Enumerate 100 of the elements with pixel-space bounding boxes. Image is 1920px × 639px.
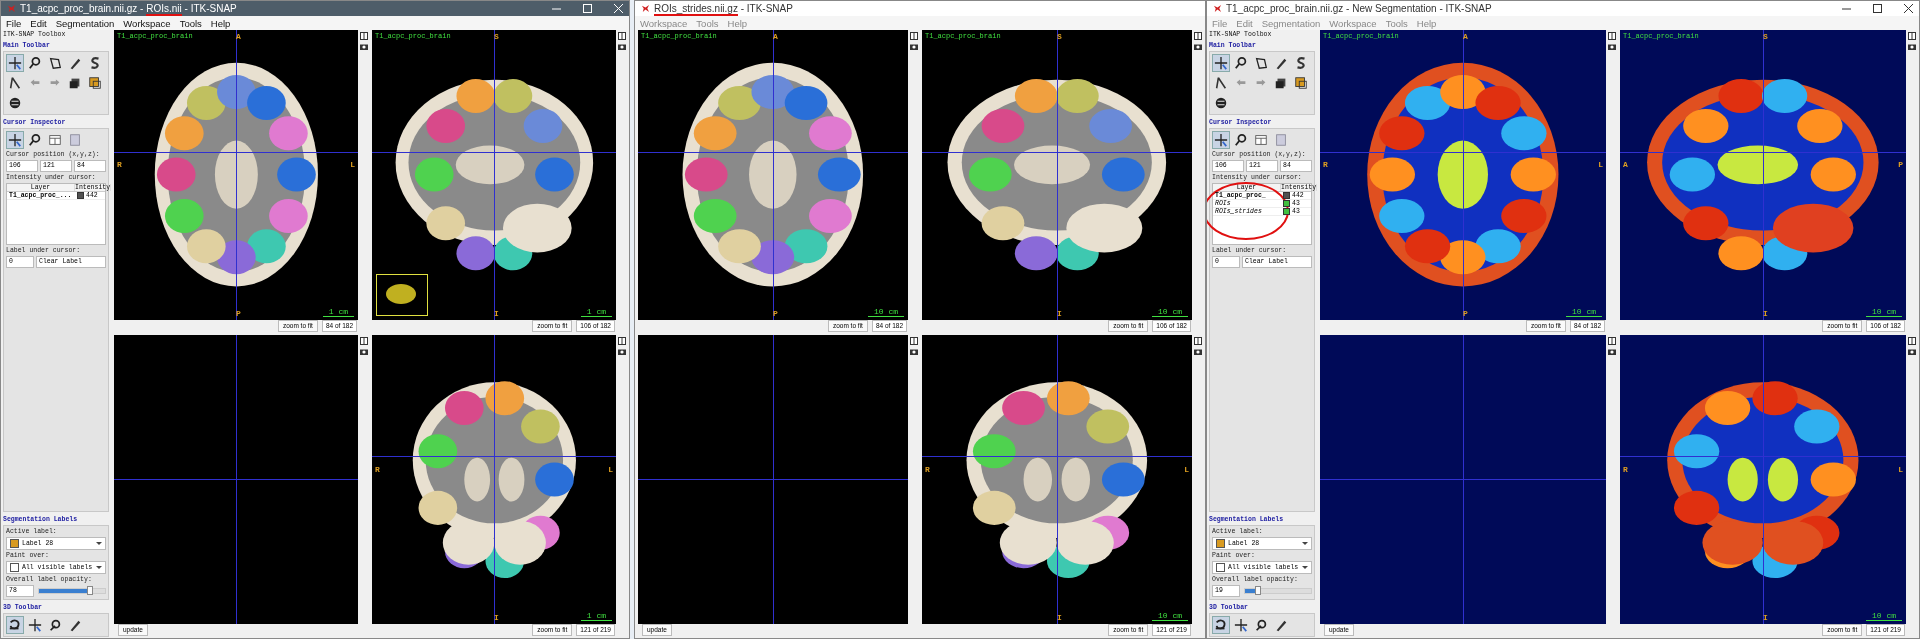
- camera-icon[interactable]: [909, 347, 918, 355]
- stack-icon: [68, 76, 82, 90]
- camera-icon[interactable]: [1607, 347, 1616, 355]
- orientation-label: I: [1057, 613, 1062, 622]
- crosshair-icon: [1214, 56, 1228, 70]
- layout-icon[interactable]: [1907, 32, 1916, 40]
- orientation-label: L: [608, 464, 613, 474]
- window-icon: [1254, 133, 1268, 147]
- camera-icon[interactable]: [617, 43, 626, 50]
- orientation-label: I: [494, 613, 499, 622]
- camera-icon[interactable]: [1607, 43, 1616, 50]
- layout-icon[interactable]: [1193, 336, 1202, 345]
- tool-button[interactable]: [86, 74, 104, 92]
- menu-item[interactable]: Tools: [696, 17, 719, 29]
- camera-icon[interactable]: [1907, 347, 1916, 355]
- tool-button[interactable]: [1232, 616, 1250, 634]
- camera-icon[interactable]: [909, 43, 918, 50]
- orientation-label: P: [236, 308, 241, 318]
- orientation-label: S: [1057, 32, 1062, 41]
- menu-item[interactable]: Tools: [1385, 17, 1408, 29]
- magnifier-icon: [1234, 133, 1248, 147]
- slider-thumb[interactable]: [87, 586, 94, 595]
- layout-icon[interactable]: [617, 32, 626, 40]
- s-curve-icon: [88, 56, 102, 70]
- orientation-label: R: [1623, 464, 1628, 474]
- orientation-label: P: [1463, 308, 1468, 318]
- crosshair-icon: [1214, 133, 1228, 147]
- menu-item[interactable]: Edit: [30, 17, 47, 29]
- menu-item[interactable]: Segmentation: [55, 17, 115, 29]
- orientation-label: L: [1898, 464, 1903, 474]
- app-logo-icon: [641, 4, 650, 13]
- orientation-label: R: [117, 160, 122, 170]
- app-logo-icon: [1213, 4, 1222, 13]
- menu-item[interactable]: Tools: [179, 17, 202, 29]
- stack-icon: [1274, 76, 1288, 90]
- orientation-label: L: [1598, 160, 1603, 170]
- slider-thumb[interactable]: [1254, 586, 1261, 595]
- slice-view[interactable]: I R L 10 cm: [1620, 334, 1906, 624]
- slice-view[interactable]: I R L 10 cm: [922, 334, 1192, 624]
- slice-view[interactable]: I R L 1 cm: [372, 334, 616, 624]
- brush-icon: [1274, 56, 1288, 70]
- orientation-label: A: [236, 32, 241, 41]
- caret-icon: [1302, 542, 1308, 545]
- selected-tool-button[interactable]: [6, 131, 24, 149]
- tool-button[interactable]: [26, 616, 44, 634]
- opacity-slider[interactable]: [38, 588, 106, 594]
- close-icon[interactable]: [1904, 4, 1913, 13]
- thumbnail-frame[interactable]: [376, 273, 428, 316]
- camera-icon[interactable]: [617, 347, 626, 355]
- square-icon: [1294, 76, 1308, 90]
- crosshair-icon: [8, 133, 22, 147]
- orientation-label: S: [494, 32, 499, 41]
- maximize-icon[interactable]: [1873, 4, 1882, 13]
- layout-icon[interactable]: [909, 32, 918, 40]
- caret-icon: [96, 542, 102, 545]
- orientation-label: I: [1763, 308, 1768, 318]
- layout-icon[interactable]: [617, 336, 626, 345]
- printer-icon: [1274, 133, 1288, 147]
- scale-bar: 10 cm: [1866, 611, 1902, 621]
- rotate-icon: [1214, 618, 1228, 632]
- camera-icon[interactable]: [1193, 43, 1202, 50]
- brush-icon: [68, 618, 82, 632]
- selected-tool-button[interactable]: [1212, 616, 1230, 634]
- polygon-icon: [1254, 56, 1268, 70]
- layout-icon[interactable]: [1907, 336, 1916, 345]
- layout-icon[interactable]: [1607, 336, 1616, 345]
- orientation-label: A: [1463, 32, 1468, 41]
- selected-tool-button[interactable]: [1212, 54, 1230, 72]
- menu-item[interactable]: Help: [210, 17, 231, 29]
- app-logo-icon: [7, 4, 16, 13]
- rotate-icon: [8, 618, 22, 632]
- scale-bar: 1 cm: [580, 611, 612, 621]
- orientation-label: R: [925, 464, 930, 474]
- magnifier-icon: [28, 56, 42, 70]
- layout-icon[interactable]: [1193, 32, 1202, 40]
- window-icon: [48, 133, 62, 147]
- scale-bar: 1 cm: [580, 306, 612, 317]
- orientation-label: P: [773, 308, 778, 318]
- selected-tool-button[interactable]: [1212, 131, 1230, 149]
- opacity-slider[interactable]: [1244, 588, 1312, 594]
- orientation-label: A: [773, 32, 778, 41]
- selected-tool-button[interactable]: [6, 616, 24, 634]
- scale-bar: 10 cm: [868, 306, 904, 317]
- camera-icon[interactable]: [1193, 347, 1202, 355]
- camera-icon[interactable]: [359, 347, 368, 355]
- menu-item[interactable]: File: [6, 17, 22, 29]
- layout-icon[interactable]: [909, 336, 918, 345]
- tool-button[interactable]: [1292, 74, 1310, 92]
- layout-icon[interactable]: [359, 32, 368, 40]
- camera-icon[interactable]: [1907, 43, 1916, 50]
- brain-thumbnail-drawing: [386, 283, 416, 304]
- selected-tool-button[interactable]: [6, 54, 24, 72]
- layout-icon[interactable]: [1607, 32, 1616, 40]
- orientation-label: R: [1323, 160, 1328, 170]
- orientation-label: S: [1763, 32, 1768, 41]
- polygon-icon: [48, 56, 62, 70]
- layout-icon[interactable]: [359, 336, 368, 345]
- camera-icon[interactable]: [359, 43, 368, 50]
- menu-item[interactable]: Workspace: [123, 17, 171, 29]
- scissors-icon: [48, 618, 62, 632]
